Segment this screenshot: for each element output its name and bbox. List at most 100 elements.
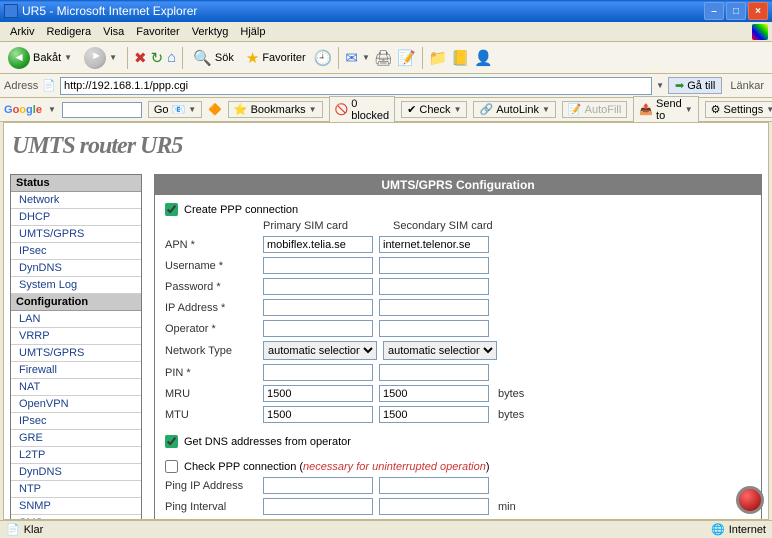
- menu-tools[interactable]: Verktyg: [186, 24, 235, 40]
- sidebar-item[interactable]: Network: [11, 192, 141, 209]
- bookmarks-button[interactable]: ⭐ Bookmarks▼: [228, 101, 323, 118]
- sidebar-item[interactable]: NAT: [11, 379, 141, 396]
- panel-header: UMTS/GPRS Configuration: [155, 175, 761, 195]
- google-go-button[interactable]: Go 📧▼: [148, 101, 202, 118]
- config-panel: UMTS/GPRS Configuration Create PPP conne…: [154, 174, 762, 520]
- password-primary-input[interactable]: [263, 278, 373, 295]
- stop-button[interactable]: ✖: [134, 49, 147, 67]
- address-bar: Adress 📄 ▼ ➡ Gå till Länkar: [0, 74, 772, 98]
- messenger-button[interactable]: 👤: [474, 49, 493, 67]
- address-input[interactable]: [60, 77, 652, 95]
- settings-button[interactable]: ⚙ Settings▼: [705, 101, 772, 118]
- maximize-button[interactable]: □: [726, 2, 746, 20]
- ping-ip-secondary-input[interactable]: [379, 477, 489, 494]
- operator-primary-input[interactable]: [263, 320, 373, 337]
- menu-view[interactable]: Visa: [97, 24, 130, 40]
- sidebar-item[interactable]: GRE: [11, 430, 141, 447]
- sidebar-item[interactable]: SNMP: [11, 498, 141, 515]
- sidebar-item[interactable]: System Log: [11, 277, 141, 294]
- star-icon: ★: [246, 49, 259, 67]
- menu-bar: Arkiv Redigera Visa Favoriter Verktyg Hj…: [0, 22, 772, 42]
- get-dns-checkbox[interactable]: [165, 435, 178, 448]
- internet-zone-icon: 🌐: [711, 523, 725, 536]
- ping-ip-primary-input[interactable]: [263, 477, 373, 494]
- tray-icon[interactable]: [736, 486, 764, 514]
- refresh-button[interactable]: ↻: [151, 49, 164, 67]
- ping-interval-label: Ping Interval: [165, 501, 257, 513]
- sidebar-item[interactable]: OpenVPN: [11, 396, 141, 413]
- pin-primary-input[interactable]: [263, 364, 373, 381]
- operator-secondary-input[interactable]: [379, 320, 489, 337]
- menu-favorites[interactable]: Favoriter: [130, 24, 185, 40]
- autolink-button[interactable]: 🔗 AutoLink▼: [473, 101, 555, 118]
- close-button[interactable]: ×: [748, 2, 768, 20]
- menu-edit[interactable]: Redigera: [40, 24, 97, 40]
- google-logo: Google: [4, 104, 42, 116]
- sidebar-item[interactable]: VRRP: [11, 328, 141, 345]
- address-label: Adress: [4, 80, 38, 92]
- sidebar-item[interactable]: DynDNS: [11, 260, 141, 277]
- chevron-down-icon[interactable]: ▼: [656, 81, 664, 90]
- mru-primary-input[interactable]: [263, 385, 373, 402]
- ping-interval-secondary-input[interactable]: [379, 498, 489, 515]
- favorites-button[interactable]: ★ Favoriter: [242, 47, 310, 69]
- networktype-primary-select[interactable]: automatic selection: [263, 341, 377, 360]
- popup-blocked-button[interactable]: 🚫 0 blocked: [329, 96, 396, 124]
- folder-button[interactable]: 📁: [429, 49, 448, 67]
- window-titlebar: UR5 - Microsoft Internet Explorer – □ ×: [0, 0, 772, 22]
- links-label[interactable]: Länkar: [726, 80, 768, 92]
- new-icon[interactable]: 🔶: [208, 103, 222, 116]
- sidebar-item[interactable]: L2TP: [11, 447, 141, 464]
- research-button[interactable]: 📒: [451, 49, 470, 67]
- sendto-button[interactable]: 📤 Send to▼: [633, 96, 698, 124]
- window-title: UR5 - Microsoft Internet Explorer: [22, 4, 197, 18]
- go-button[interactable]: ➡ Gå till: [668, 77, 722, 94]
- sidebar-item[interactable]: LAN: [11, 311, 141, 328]
- home-button[interactable]: ⌂: [167, 49, 176, 66]
- navigation-toolbar: Bakåt ▼ ▼ ✖ ↻ ⌂ 🔍 Sök ★ Favoriter 🕘 ✉▼ 🖨…: [0, 42, 772, 74]
- status-progress-icon: 📄: [6, 523, 20, 536]
- sidebar-item[interactable]: DynDNS: [11, 464, 141, 481]
- mtu-primary-input[interactable]: [263, 406, 373, 423]
- check-button[interactable]: ✔ Check▼: [401, 101, 467, 118]
- apn-primary-input[interactable]: [263, 236, 373, 253]
- password-secondary-input[interactable]: [379, 278, 489, 295]
- mtu-secondary-input[interactable]: [379, 406, 489, 423]
- minimize-button[interactable]: –: [704, 2, 724, 20]
- secondary-sim-header: Secondary SIM card: [393, 220, 503, 232]
- username-secondary-input[interactable]: [379, 257, 489, 274]
- mail-button[interactable]: ✉: [345, 49, 358, 67]
- mru-secondary-input[interactable]: [379, 385, 489, 402]
- sidebar-item[interactable]: UMTS/GPRS: [11, 345, 141, 362]
- ping-interval-primary-input[interactable]: [263, 498, 373, 515]
- sidebar-item[interactable]: Firewall: [11, 362, 141, 379]
- primary-sim-header: Primary SIM card: [263, 220, 373, 232]
- autofill-button[interactable]: 📝 AutoFill: [562, 101, 627, 118]
- search-button[interactable]: 🔍 Sök: [189, 47, 238, 69]
- sidebar-item[interactable]: DHCP: [11, 209, 141, 226]
- history-button[interactable]: 🕘: [314, 49, 333, 67]
- sidebar-item[interactable]: NTP: [11, 481, 141, 498]
- forward-button[interactable]: ▼: [80, 45, 121, 71]
- create-ppp-checkbox[interactable]: [165, 203, 178, 216]
- username-label: Username *: [165, 260, 257, 272]
- sidebar-item[interactable]: UMTS/GPRS: [11, 226, 141, 243]
- ie-icon: [4, 4, 18, 18]
- sidebar-item[interactable]: IPsec: [11, 413, 141, 430]
- username-primary-input[interactable]: [263, 257, 373, 274]
- sidebar-item[interactable]: IPsec: [11, 243, 141, 260]
- apn-secondary-input[interactable]: [379, 236, 489, 253]
- menu-file[interactable]: Arkiv: [4, 24, 40, 40]
- sidebar-header: Configuration: [11, 294, 141, 311]
- ipaddress-primary-input[interactable]: [263, 299, 373, 316]
- menu-help[interactable]: Hjälp: [234, 24, 271, 40]
- google-search-input[interactable]: [62, 102, 142, 118]
- networktype-secondary-select[interactable]: automatic selection: [383, 341, 497, 360]
- ipaddress-secondary-input[interactable]: [379, 299, 489, 316]
- pin-secondary-input[interactable]: [379, 364, 489, 381]
- chevron-down-icon: ▼: [109, 53, 117, 62]
- check-ppp-checkbox[interactable]: [165, 460, 178, 473]
- edit-button[interactable]: 📝: [397, 49, 416, 67]
- print-button[interactable]: 🖨: [374, 49, 393, 67]
- back-button[interactable]: Bakåt ▼: [4, 45, 76, 71]
